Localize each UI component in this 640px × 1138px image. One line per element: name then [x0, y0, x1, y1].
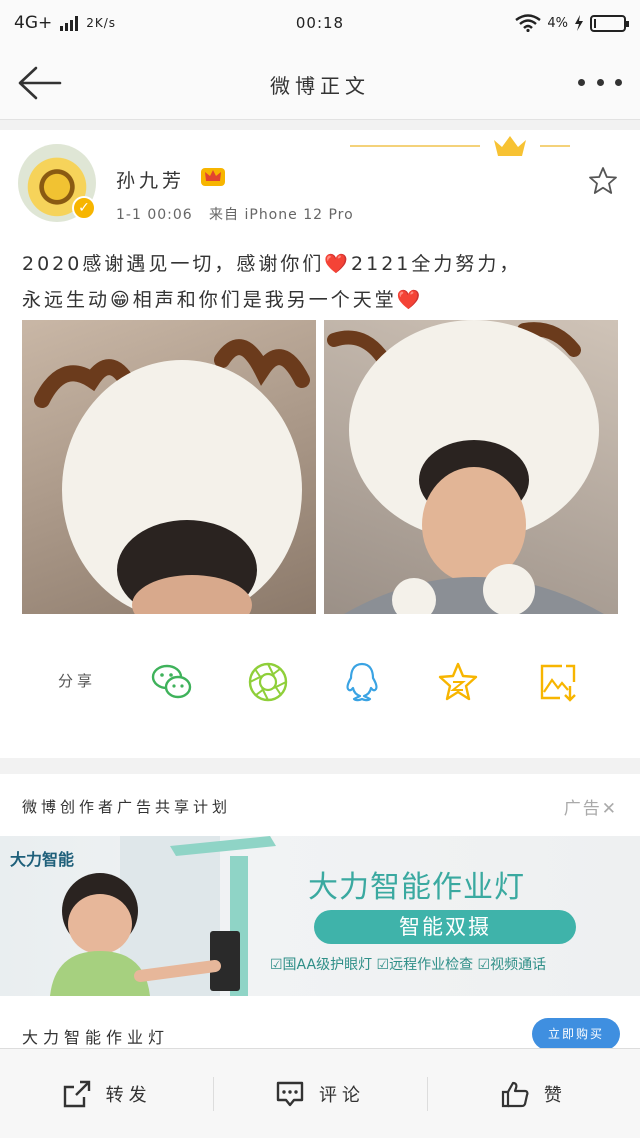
- ad-feature-pill: 智能双摄: [314, 910, 576, 944]
- share-label: 分享: [58, 672, 97, 690]
- status-right: 4%: [515, 14, 629, 32]
- ad-features: ☑国AA级护眼灯 ☑远程作业检查 ☑视频通话: [270, 957, 547, 973]
- more-options-icon[interactable]: [578, 72, 622, 92]
- qq-icon[interactable]: [340, 660, 384, 704]
- post-text: 2020感谢遇见一切，感谢你们❤️2121全力努力， 永远生动😁相声和你们是我另…: [22, 246, 622, 318]
- post-source: 来自 iPhone 12 Pro: [209, 207, 354, 223]
- avatar[interactable]: ✓: [18, 144, 96, 222]
- battery-icon: [590, 14, 629, 32]
- moments-icon[interactable]: [246, 660, 290, 704]
- post-time: 1-1 00:06: [116, 207, 193, 223]
- like-label: 赞: [543, 1084, 567, 1106]
- comment-button[interactable]: 评论: [213, 1049, 426, 1138]
- comment-icon: [276, 1081, 304, 1106]
- vip-crown-icon: [201, 168, 225, 186]
- navigation-bar: 微博正文: [0, 46, 640, 120]
- repost-icon: [63, 1080, 90, 1107]
- verified-badge-icon: ✓: [72, 196, 96, 220]
- page-title: 微博正文: [270, 74, 370, 98]
- save-image-icon[interactable]: [536, 660, 580, 704]
- ad-banner[interactable]: 大力智能 大力智能作业灯 智能双摄 ☑国AA级护眼灯 ☑远程作业检查 ☑视频通话: [0, 836, 640, 996]
- username[interactable]: 孙九芳: [116, 166, 185, 193]
- crown-decoration-icon: [350, 136, 570, 156]
- share-row: 分享: [0, 654, 640, 714]
- like-button[interactable]: 赞: [426, 1049, 640, 1138]
- favorite-icon[interactable]: [436, 660, 480, 704]
- ad-product-name: 大力智能作业灯: [308, 870, 525, 905]
- post-photo-1[interactable]: [22, 320, 316, 614]
- post-photo-2[interactable]: [324, 320, 618, 614]
- charging-icon: [575, 15, 583, 31]
- post-text-line: 永远生动😁相声和你们是我另一个天堂❤️: [22, 289, 424, 311]
- photo-illustration: [327, 320, 604, 614]
- status-bar: 4G+ 2K/s 00:18 4%: [0, 0, 640, 46]
- post-card: ✓ 孙九芳 1-1 00:06 来自 iPhone 12 Pro 2020感谢遇…: [0, 130, 640, 758]
- thumbs-up-icon: [501, 1081, 529, 1107]
- buy-now-button[interactable]: 立即购买: [532, 1018, 620, 1050]
- bottom-action-bar: 转发 评论 赞: [0, 1048, 640, 1138]
- photo-illustration: [34, 339, 310, 614]
- repost-label: 转发: [105, 1084, 152, 1106]
- ad-brand: 大力智能: [10, 850, 75, 869]
- wechat-icon[interactable]: [150, 660, 194, 704]
- ad-title[interactable]: 大力智能作业灯: [22, 1024, 169, 1048]
- star-icon[interactable]: [588, 166, 618, 196]
- wifi-icon: [515, 14, 542, 32]
- ad-close-button[interactable]: 广告✕: [564, 794, 618, 819]
- post-meta: 1-1 00:06 来自 iPhone 12 Pro: [116, 204, 354, 224]
- ad-card: 微博创作者广告共享计划 广告✕ 大力智能 大力智能作业灯 智能双摄 ☑国AA级护…: [0, 774, 640, 1054]
- post-text-line: 2020感谢遇见一切，感谢你们❤️2121全力努力，: [22, 253, 522, 275]
- repost-button[interactable]: 转发: [0, 1049, 213, 1138]
- ad-header: 微博创作者广告共享计划: [22, 798, 232, 816]
- battery-percent: 4%: [547, 15, 568, 31]
- comment-label: 评论: [318, 1084, 365, 1106]
